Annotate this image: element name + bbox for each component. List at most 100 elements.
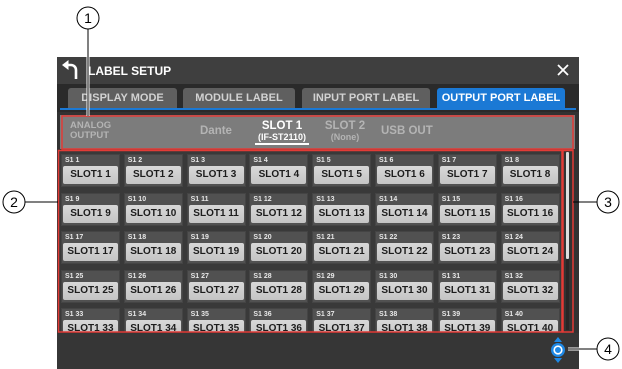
scrollbar[interactable] xyxy=(566,152,569,330)
port-number-label: S1 20 xyxy=(253,234,272,241)
port-label-button[interactable]: SLOT1 23 xyxy=(439,243,495,261)
port-number-label: S1 12 xyxy=(253,195,272,203)
port-label-button[interactable]: SLOT1 39 xyxy=(439,320,495,332)
port-label-button[interactable]: SLOT1 15 xyxy=(439,204,495,223)
port-tile: S1 10 SLOT1 10 xyxy=(123,192,183,226)
port-label-button[interactable]: SLOT1 19 xyxy=(188,243,244,261)
port-number-label: S1 38 xyxy=(379,311,398,318)
port-label-button[interactable]: SLOT1 25 xyxy=(63,281,118,300)
port-label-button[interactable]: SLOT1 33 xyxy=(63,320,118,332)
subtab-label: USB OUT xyxy=(381,125,433,137)
port-tile: S1 34 SLOT1 34 xyxy=(123,308,183,332)
port-label-button[interactable]: SLOT1 40 xyxy=(502,320,558,332)
port-number-label: S1 1 xyxy=(65,157,80,164)
port-label-button[interactable]: SLOT1 34 xyxy=(125,320,181,332)
port-number-label: S1 31 xyxy=(441,272,461,280)
port-number-label: S1 16 xyxy=(504,195,523,203)
port-label-button[interactable]: SLOT1 13 xyxy=(314,204,370,223)
port-label-button[interactable]: SLOT1 38 xyxy=(377,320,432,332)
port-label-button[interactable]: SLOT1 24 xyxy=(502,243,558,261)
port-label-button[interactable]: SLOT1 22 xyxy=(377,243,432,261)
encoder-knob-icon xyxy=(551,337,565,363)
port-label-button[interactable]: SLOT1 17 xyxy=(63,243,118,261)
port-label-button[interactable]: SLOT1 1 xyxy=(63,166,118,184)
port-label-button[interactable]: SLOT1 27 xyxy=(188,281,244,300)
subtab-dante[interactable]: Dante xyxy=(200,124,232,138)
port-tile: S1 18 SLOT1 18 xyxy=(123,231,183,264)
port-label-button[interactable]: SLOT1 37 xyxy=(314,320,370,332)
port-number-label: S1 7 xyxy=(441,157,457,164)
subtab-sublabel: (IF-ST2110) xyxy=(257,132,306,142)
port-number-label: S1 39 xyxy=(441,311,461,318)
port-tile: S1 6 SLOT1 6 xyxy=(375,154,434,187)
port-number-label: S1 8 xyxy=(504,157,519,164)
scrollbar-thumb[interactable] xyxy=(566,152,569,259)
tab-output-port-label[interactable]: OUTPUT PORT LABEL xyxy=(437,88,565,108)
port-label-button[interactable]: SLOT1 26 xyxy=(125,281,181,300)
tab-underline xyxy=(60,108,576,110)
port-number-label: S1 15 xyxy=(441,195,461,203)
tab-input-port-label[interactable]: INPUT PORT LABEL xyxy=(302,88,430,108)
port-label-button[interactable]: SLOT1 29 xyxy=(314,281,370,300)
port-label-button[interactable]: SLOT1 18 xyxy=(125,243,181,261)
callout-2-number: 2 xyxy=(10,194,18,210)
back-arrow-icon[interactable] xyxy=(60,59,82,81)
port-tile: S1 16 SLOT1 16 xyxy=(500,192,560,226)
label-setup-screen: LABEL SETUP DISPLAY MODE MODULE LABEL IN… xyxy=(57,57,579,369)
port-label-button[interactable]: SLOT1 16 xyxy=(502,204,558,223)
subtab-usb-out[interactable]: USB OUT xyxy=(381,124,433,138)
port-label-button[interactable]: SLOT1 32 xyxy=(502,281,558,300)
port-label-button[interactable]: SLOT1 14 xyxy=(377,204,432,223)
port-label-button[interactable]: SLOT1 21 xyxy=(314,243,370,261)
bottom-bar xyxy=(57,333,579,369)
port-label-button[interactable]: SLOT1 6 xyxy=(377,166,432,184)
port-label-button[interactable]: SLOT1 36 xyxy=(251,320,307,332)
port-number-label: S1 40 xyxy=(504,311,523,318)
port-label-button[interactable]: SLOT1 35 xyxy=(188,320,244,332)
port-tile: S1 38 SLOT1 38 xyxy=(375,308,434,332)
port-label-button[interactable]: SLOT1 11 xyxy=(188,204,244,223)
port-tile: S1 12 SLOT1 12 xyxy=(249,192,309,226)
port-tile: S1 7 SLOT1 7 xyxy=(437,154,497,187)
port-label-button[interactable]: SLOT1 4 xyxy=(251,166,307,184)
port-tile: S1 14 SLOT1 14 xyxy=(375,192,434,226)
port-label-button[interactable]: SLOT1 10 xyxy=(125,204,181,223)
port-number-label: S1 34 xyxy=(127,311,147,318)
port-number-label: S1 23 xyxy=(441,234,461,241)
subtab-sublabel: (None) xyxy=(330,132,360,142)
close-icon[interactable] xyxy=(556,63,570,77)
port-label-button[interactable]: SLOT1 8 xyxy=(502,166,558,184)
port-label-button[interactable]: SLOT1 3 xyxy=(188,166,244,184)
port-tile: S1 31 SLOT1 31 xyxy=(437,269,497,303)
subtab-slot-2[interactable]: SLOT 2 (None) xyxy=(320,120,370,142)
tab-bar: DISPLAY MODE MODULE LABEL INPUT PORT LAB… xyxy=(57,84,579,112)
port-number-label: S1 28 xyxy=(253,272,272,280)
port-number-label: S1 32 xyxy=(504,272,523,280)
port-tile: S1 36 SLOT1 36 xyxy=(249,308,309,332)
port-label-button[interactable]: SLOT1 12 xyxy=(251,204,307,223)
port-tile: S1 2 SLOT1 2 xyxy=(123,154,183,187)
port-tile: S1 27 SLOT1 27 xyxy=(186,269,246,303)
port-tile: S1 24 SLOT1 24 xyxy=(500,231,560,264)
tab-module-label[interactable]: MODULE LABEL xyxy=(183,88,295,108)
port-label-button[interactable]: SLOT1 28 xyxy=(251,281,307,300)
port-label-button[interactable]: SLOT1 2 xyxy=(125,166,181,184)
port-label-button[interactable]: SLOT1 9 xyxy=(63,204,118,223)
port-label-button[interactable]: SLOT1 20 xyxy=(251,243,307,261)
subtab-label: ANALOG OUTPUT xyxy=(70,120,112,141)
port-label-button[interactable]: SLOT1 30 xyxy=(377,281,432,300)
subtab-label: SLOT 1 xyxy=(261,120,303,132)
port-tile: S1 20 SLOT1 20 xyxy=(249,231,309,264)
port-number-label: S1 17 xyxy=(65,234,84,241)
port-label-button[interactable]: SLOT1 5 xyxy=(314,166,370,184)
title-bar: LABEL SETUP xyxy=(57,57,579,84)
port-tile: S1 39 SLOT1 39 xyxy=(437,308,497,332)
subtab-analog-output[interactable]: ANALOG OUTPUT xyxy=(70,121,120,141)
tab-display-mode[interactable]: DISPLAY MODE xyxy=(68,88,177,108)
port-number-label: S1 3 xyxy=(190,157,205,164)
subtab-slot-1[interactable]: SLOT 1 (IF-ST2110) xyxy=(252,120,312,145)
port-tile: S1 19 SLOT1 19 xyxy=(186,231,246,264)
port-label-button[interactable]: SLOT1 31 xyxy=(439,281,495,300)
port-number-label: S1 22 xyxy=(379,234,398,241)
port-label-button[interactable]: SLOT1 7 xyxy=(439,166,495,184)
